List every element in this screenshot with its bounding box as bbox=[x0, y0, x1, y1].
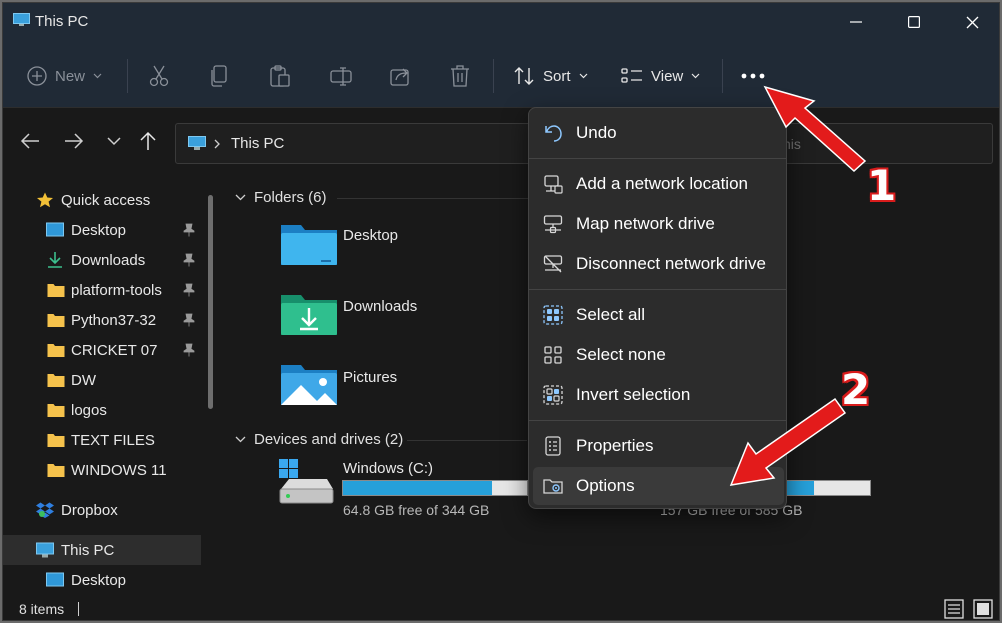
annotation-overlay bbox=[729, 85, 867, 486]
annotation-number-2: 2 bbox=[841, 365, 871, 414]
annotation-number-1: 1 bbox=[867, 161, 897, 210]
file-explorer-window: This PC New Sort View This PC his Quick … bbox=[2, 2, 1000, 621]
annotation-arrow-2 bbox=[729, 397, 847, 486]
annotation-arrow-1 bbox=[763, 85, 867, 173]
